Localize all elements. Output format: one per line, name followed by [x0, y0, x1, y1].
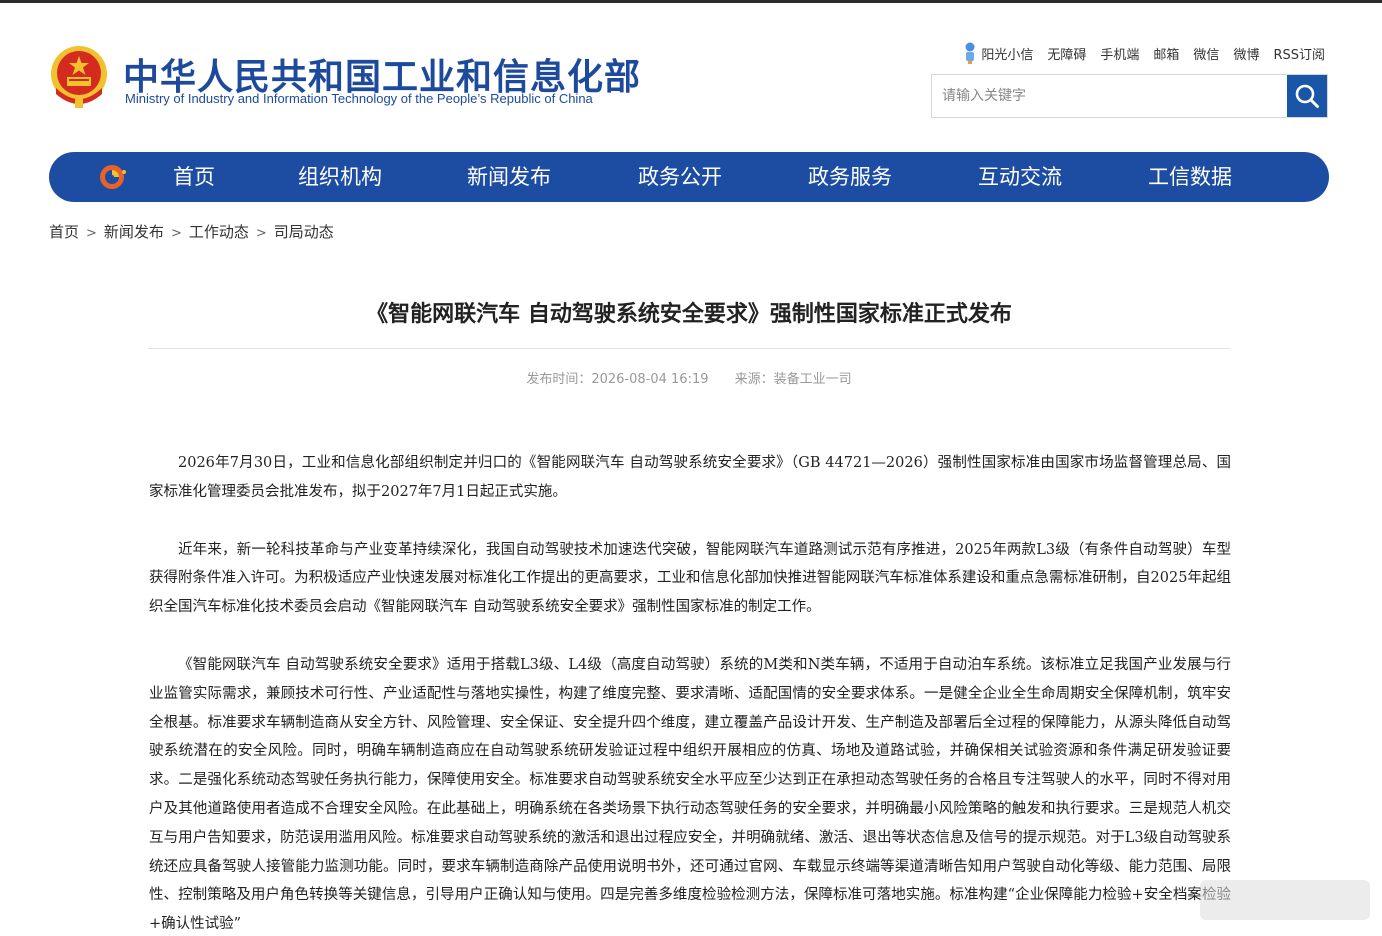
publish-time: 发布时间：2026-08-04 16:19 [526, 372, 709, 387]
mailbox-link[interactable]: 邮箱 [1153, 44, 1179, 63]
article-source: 来源：装备工业一司 [734, 372, 852, 387]
breadcrumb-home[interactable]: 首页 [49, 223, 79, 241]
search-button[interactable] [1287, 75, 1327, 117]
search-icon [1295, 84, 1319, 108]
search-input[interactable] [932, 75, 1287, 117]
search-box [931, 74, 1328, 118]
article-paragraph: 2026年7月30日，工业和信息化部组织制定并归口的《智能网联汽车 自动驾驶系统… [149, 455, 1231, 500]
utility-links: 阳光小信 无障碍 手机端 邮箱 微信 微博 RSS订阅 [963, 42, 1325, 64]
breadcrumb-separator: > [170, 226, 182, 241]
article-body: 2026年7月30日，工业和信息化部组织制定并归口的《智能网联汽车 自动驾驶系统… [149, 449, 1231, 936]
site-subtitle-en: Ministry of Industry and Information Tec… [125, 91, 593, 106]
national-emblem-icon [51, 46, 107, 108]
breadcrumb-bureau-updates[interactable]: 司局动态 [274, 223, 334, 241]
breadcrumb-work-updates[interactable]: 工作动态 [189, 223, 249, 241]
breadcrumb: 首页 > 新闻发布 > 工作动态 > 司局动态 [49, 221, 334, 242]
weibo-link[interactable]: 微博 [1233, 44, 1259, 63]
sunshine-xiaoxin-link[interactable]: 阳光小信 [963, 42, 1033, 64]
title-divider [148, 348, 1230, 349]
nav-item-interaction[interactable]: 互动交流 [978, 152, 1062, 202]
gear-logo-icon [100, 165, 126, 189]
article-title: 《智能网联汽车 自动驾驶系统安全要求》强制性国家标准正式发布 [366, 302, 1012, 327]
nav-item-gov-affairs[interactable]: 政务公开 [638, 152, 722, 202]
breadcrumb-separator: > [255, 226, 267, 241]
robot-icon [965, 42, 975, 64]
wechat-link[interactable]: 微信 [1193, 44, 1219, 63]
article-paragraph: 近年来，新一轮科技革命与产业变革持续深化，我国自动驾驶技术加速迭代突破，智能网联… [149, 541, 1231, 616]
link-label[interactable]: 阳光小信 [981, 44, 1033, 63]
article-paragraph: 《智能网联汽车 自动驾驶系统安全要求》适用于搭载L3级、L4级（高度自动驾驶）系… [149, 656, 1231, 933]
breadcrumb-news[interactable]: 新闻发布 [104, 223, 164, 241]
accessibility-link[interactable]: 无障碍 [1047, 44, 1086, 63]
nav-item-organization[interactable]: 组织机构 [298, 152, 382, 202]
main-nav: 首页 组织机构 新闻发布 政务公开 政务服务 互动交流 工信数据 [49, 152, 1329, 202]
nav-item-home[interactable]: 首页 [173, 152, 215, 202]
nav-item-news[interactable]: 新闻发布 [467, 152, 551, 202]
mobile-link[interactable]: 手机端 [1100, 44, 1139, 63]
nav-item-services[interactable]: 政务服务 [808, 152, 892, 202]
rss-link[interactable]: RSS订阅 [1273, 44, 1325, 63]
article-meta: 发布时间：2026-08-04 16:19 来源：装备工业一司 [148, 368, 1230, 387]
top-border [0, 0, 1382, 3]
breadcrumb-separator: > [86, 226, 97, 241]
nav-item-data[interactable]: 工信数据 [1148, 152, 1232, 202]
floating-toolbar[interactable] [1200, 880, 1370, 920]
